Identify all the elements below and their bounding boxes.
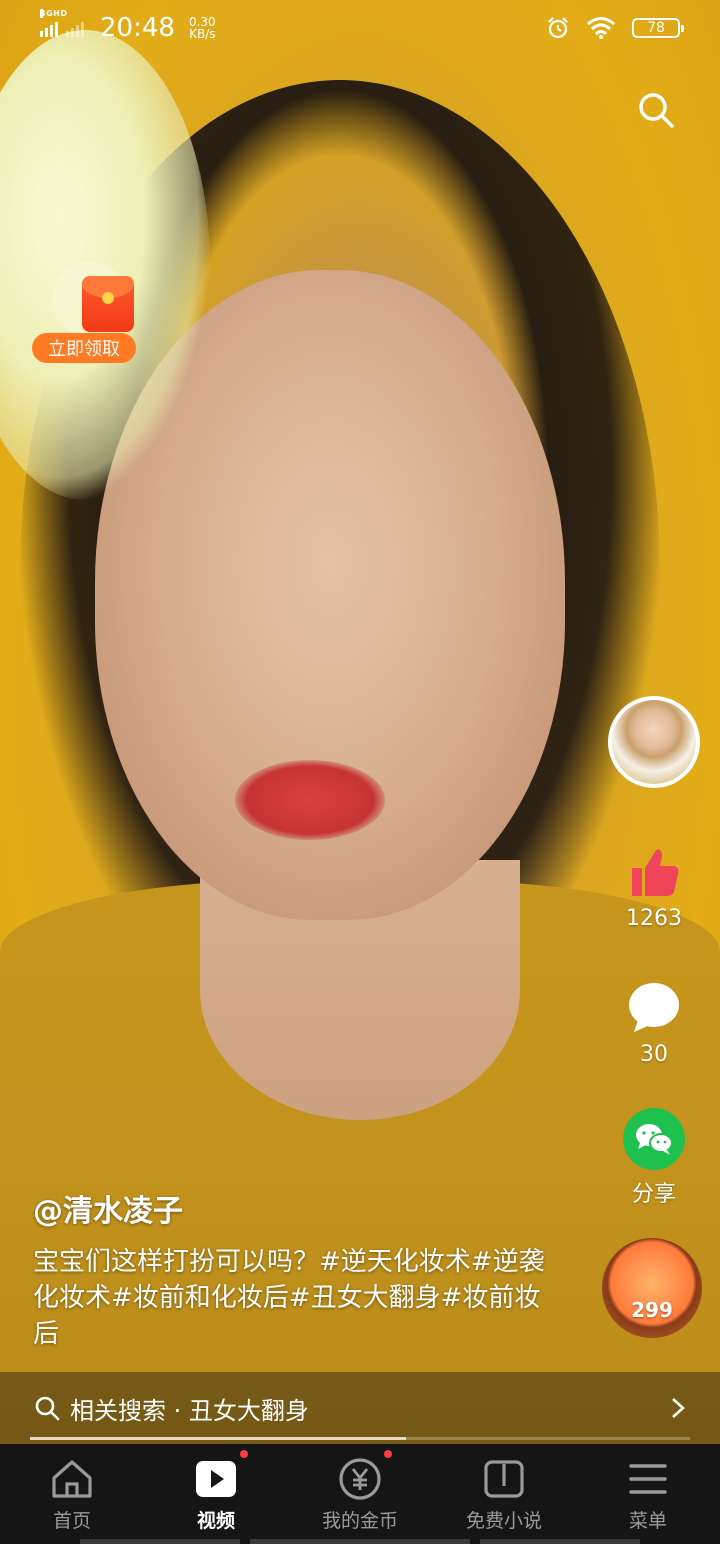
video-progress-bar[interactable] (30, 1437, 690, 1440)
thumbs-up-icon (632, 849, 679, 896)
post-description[interactable]: 宝宝们这样打扮可以吗？#逆天化妆术#逆袭化妆术#妆前和化妆后#丑女大翻身#妆前妆… (33, 1244, 553, 1352)
nav-item-coins[interactable]: 我的金币 (288, 1444, 432, 1544)
hamburger-menu-icon (629, 1464, 667, 1494)
home-icon (52, 1460, 92, 1498)
author-name[interactable]: @清水凌子 (33, 1186, 183, 1230)
like-button[interactable]: 1263 (610, 844, 698, 931)
nav-item-novel[interactable]: 免费小说 (432, 1444, 576, 1544)
comment-button[interactable]: 30 (610, 980, 698, 1067)
cell-signal-icon: 4GHD (40, 9, 67, 37)
bottom-nav: 首页 视频 我的金币 免费小说 菜单 (0, 1444, 720, 1544)
wechat-icon (623, 1108, 685, 1170)
gesture-bar-segment (480, 1539, 640, 1544)
status-bar: 4GHD 20:48 0.30 KB/s 78 (0, 0, 720, 56)
comment-count: 30 (640, 1042, 668, 1067)
coin-reward-count: 299 (631, 1298, 673, 1322)
video-lips (235, 760, 385, 840)
cell-signal-2-icon (66, 19, 84, 37)
yuan-coin-icon (339, 1458, 381, 1500)
search-icon[interactable] (636, 90, 676, 130)
nav-label-novel: 免费小说 (465, 1510, 542, 1532)
coin-reward-badge[interactable]: 299 (602, 1238, 702, 1338)
share-button[interactable]: 分享 (610, 1108, 698, 1208)
nav-label-home: 首页 (52, 1510, 91, 1532)
net-speed-unit: KB/s (189, 27, 216, 41)
notification-dot (240, 1450, 248, 1458)
nav-label-video: 视频 (196, 1510, 235, 1532)
author-avatar[interactable] (608, 696, 700, 788)
book-icon (484, 1460, 524, 1498)
comment-bubble-icon (629, 983, 679, 1032)
gesture-bar-segment (80, 1539, 240, 1544)
red-packet-claim-button[interactable]: 立即领取 (32, 333, 136, 363)
play-icon (196, 1461, 236, 1497)
battery-indicator: 78 (632, 18, 684, 38)
related-search-label: 相关搜索 · 丑女大翻身 (70, 1396, 309, 1425)
notification-dot (384, 1450, 392, 1458)
network-type: 4GHD (40, 9, 68, 18)
like-count: 1263 (626, 906, 682, 931)
wifi-icon (587, 17, 615, 39)
net-speed: 0.30 KB/s (189, 16, 216, 40)
nav-item-home[interactable]: 首页 (0, 1444, 144, 1544)
nav-label-menu: 菜单 (628, 1510, 667, 1532)
red-envelope-icon (82, 276, 134, 332)
related-search-bar[interactable]: 相关搜索 · 丑女大翻身 (0, 1372, 720, 1444)
clock: 20:48 (100, 13, 175, 43)
video-progress-fill (30, 1437, 407, 1440)
nav-label-coins: 我的金币 (321, 1510, 398, 1532)
nav-item-video[interactable]: 视频 (144, 1444, 288, 1544)
share-label: 分享 (631, 1182, 676, 1207)
search-icon (35, 1396, 60, 1421)
chevron-right-icon (672, 1398, 685, 1418)
alarm-icon (548, 17, 568, 39)
nav-item-menu[interactable]: 菜单 (576, 1444, 720, 1544)
gesture-bar-segment (250, 1539, 470, 1544)
